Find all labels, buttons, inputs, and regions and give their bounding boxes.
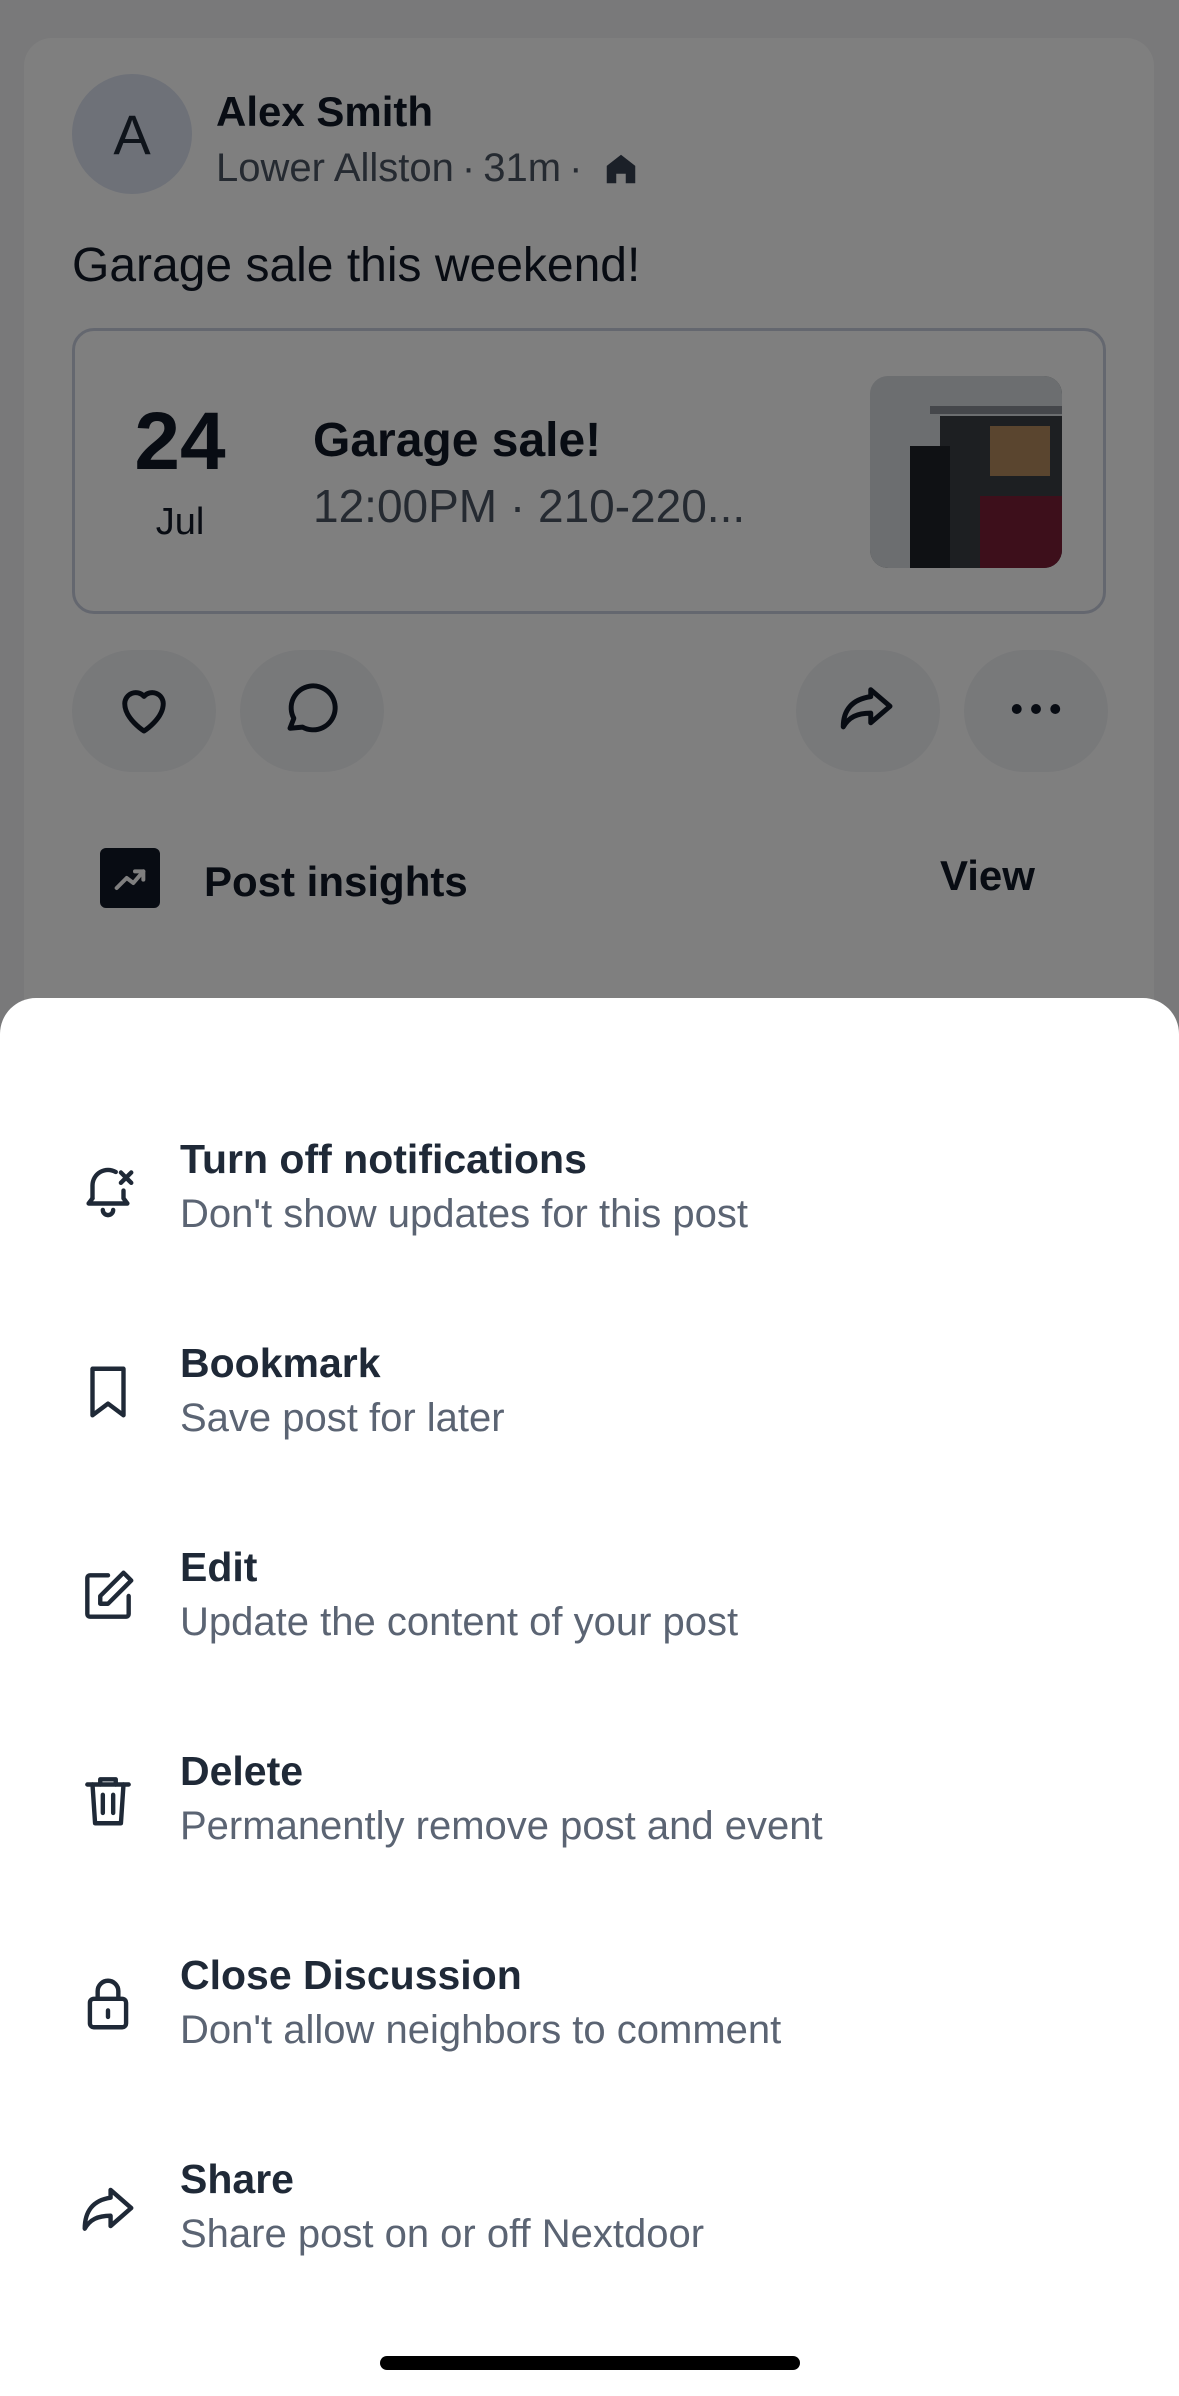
menu-item-subtitle: Share post on or off Nextdoor xyxy=(180,2212,705,2256)
edit-icon xyxy=(72,1560,144,1632)
menu-item-title: Share xyxy=(180,2156,294,2202)
menu-item-subtitle: Save post for later xyxy=(180,1396,505,1440)
bell-off-icon xyxy=(72,1152,144,1224)
menu-item-title: Bookmark xyxy=(180,1340,381,1386)
options-sheet: Turn off notifications Don't show update… xyxy=(0,998,1179,2396)
menu-item-subtitle: Permanently remove post and event xyxy=(180,1804,823,1848)
lock-icon xyxy=(72,1968,144,2040)
menu-item-title: Turn off notifications xyxy=(180,1136,587,1182)
trash-icon xyxy=(72,1764,144,1836)
menu-item-edit[interactable]: Edit Update the content of your post xyxy=(0,1518,1179,1722)
menu-item-subtitle: Update the content of your post xyxy=(180,1600,739,1644)
menu-item-title: Delete xyxy=(180,1748,304,1794)
menu-item-turn-off-notifications[interactable]: Turn off notifications Don't show update… xyxy=(0,1110,1179,1314)
menu-item-bookmark[interactable]: Bookmark Save post for later xyxy=(0,1314,1179,1518)
share-icon xyxy=(72,2172,144,2244)
bookmark-icon xyxy=(72,1356,144,1428)
menu-item-delete[interactable]: Delete Permanently remove post and event xyxy=(0,1722,1179,1926)
menu-item-share[interactable]: Share Share post on or off Nextdoor xyxy=(0,2130,1179,2334)
menu-item-title: Edit xyxy=(180,1544,258,1590)
screen: A Alex Smith Lower Allston · 31m · Garag… xyxy=(0,0,1179,2396)
menu-item-subtitle: Don't allow neighbors to comment xyxy=(180,2008,782,2052)
home-indicator[interactable] xyxy=(380,2356,800,2370)
menu-item-title: Close Discussion xyxy=(180,1952,522,1998)
menu-item-subtitle: Don't show updates for this post xyxy=(180,1192,748,1236)
menu-item-close-discussion[interactable]: Close Discussion Don't allow neighbors t… xyxy=(0,1926,1179,2130)
